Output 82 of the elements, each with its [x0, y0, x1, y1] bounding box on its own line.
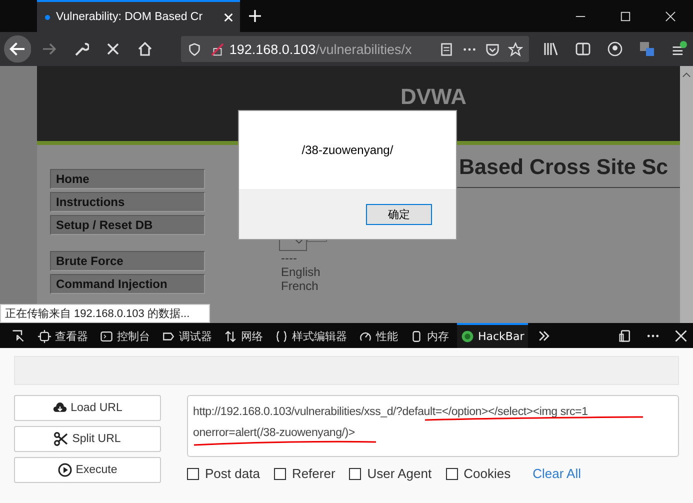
up-down-arrows-icon [224, 330, 237, 343]
scissors-icon [54, 432, 68, 446]
tab-label: 内存 [427, 329, 449, 344]
tab-label: HackBar [478, 330, 524, 343]
caret-icon [295, 239, 303, 244]
devtools-tab[interactable]: 内存 [406, 323, 453, 348]
shield-icon[interactable] [187, 42, 202, 56]
loading-icon [45, 14, 50, 20]
home-icon[interactable] [137, 41, 154, 57]
stop-icon[interactable] [105, 41, 122, 57]
select-option[interactable]: French [281, 279, 680, 293]
menu-icon[interactable] [671, 41, 687, 57]
devtools-tab[interactable]: 控制台 [96, 323, 154, 348]
insecure-lock-icon[interactable] [210, 42, 226, 56]
logo: DVWA [400, 86, 466, 108]
menu-item[interactable]: Instructions [50, 192, 205, 212]
tab-label: 网络 [241, 329, 263, 344]
select-option[interactable]: ---- [281, 251, 680, 265]
checkbox[interactable] [187, 468, 199, 480]
account-icon[interactable] [607, 41, 623, 57]
url-textarea[interactable]: http://192.168.0.103/vulnerabilities/xss_d/?default=</option></select><img src=1 onerror=alert(/38-zuowenyang/)> [187, 395, 679, 457]
page-heading: Based Cross Site Sc [459, 155, 670, 180]
play-icon [58, 463, 72, 477]
star-icon[interactable] [508, 42, 523, 56]
pocket-icon[interactable] [485, 42, 500, 56]
checkbox-label: Post data [205, 466, 260, 481]
menu-item[interactable]: Setup / Reset DB [50, 215, 205, 235]
translate-icon[interactable] [639, 41, 655, 57]
maximize-icon[interactable] [620, 10, 631, 22]
cloud-download-icon [52, 401, 67, 415]
responsive-icon[interactable] [618, 328, 632, 342]
ok-button[interactable]: 确定 [366, 204, 432, 224]
devtools-tab[interactable]: 样式编辑器 [271, 323, 351, 348]
checkbox-label: Referer [292, 466, 336, 481]
checkbox-label: User Agent [367, 466, 432, 481]
sidebar-icon[interactable] [575, 41, 591, 57]
address-bar[interactable]: 192.168.0.103/vulnerabilities/x [181, 36, 529, 62]
hackbar-button[interactable]: Load URL [14, 395, 161, 421]
clear-all-link[interactable]: Clear All [532, 466, 582, 481]
tab-title: Vulnerability: DOM Based Cr [56, 11, 204, 23]
wrench-icon[interactable] [73, 41, 90, 57]
tab-label: 样式编辑器 [292, 329, 347, 344]
url-text: 192.168.0.103/vulnerabilities/x [229, 42, 413, 56]
pick-element-icon[interactable] [11, 328, 25, 342]
tab-label: 查看器 [55, 329, 88, 344]
devtools-tab[interactable]: HackBar [457, 323, 528, 348]
menu-item[interactable]: Brute Force [50, 251, 205, 271]
browser-tab[interactable]: Vulnerability: DOM Based Cr [37, 0, 240, 32]
menu-item[interactable]: Command Injection [50, 274, 205, 294]
reader-view-icon[interactable] [439, 42, 454, 56]
ball-icon [461, 330, 474, 343]
forward-icon[interactable] [41, 41, 58, 57]
overflow-icon[interactable] [537, 328, 552, 342]
devtools-tab[interactable]: 调试器 [158, 323, 216, 348]
new-tab-icon[interactable] [248, 9, 262, 23]
alert-message: /38-zuowenyang/ [302, 143, 394, 157]
devtools-tab[interactable]: 性能 [355, 323, 402, 348]
menu-item[interactable]: Home [50, 169, 205, 189]
console-icon [100, 330, 113, 343]
close-icon[interactable] [665, 10, 676, 22]
gauge-icon [359, 330, 372, 343]
checkbox[interactable] [446, 468, 458, 480]
select-option[interactable]: English [281, 265, 680, 279]
devtools-tab[interactable]: 查看器 [34, 323, 92, 348]
devtools-tab[interactable]: 网络 [220, 323, 267, 348]
library-icon[interactable] [543, 41, 559, 57]
checkbox[interactable] [349, 468, 362, 480]
braces-icon [275, 330, 288, 343]
checkbox[interactable] [274, 468, 286, 480]
back-icon[interactable] [4, 35, 32, 63]
scroll-up-icon[interactable] [682, 72, 691, 78]
tab-label: 控制台 [117, 329, 150, 344]
tag-icon [162, 330, 175, 343]
status-text: 正在传输来自 192.168.0.103 的数据... [0, 304, 210, 323]
close-icon[interactable] [674, 328, 688, 342]
hackbar-button[interactable]: Execute [14, 457, 161, 483]
hackbar-button[interactable]: Split URL [14, 426, 161, 452]
checkbox-label: Cookies [464, 466, 511, 481]
inspector-icon [38, 330, 51, 343]
tab-label: 调试器 [179, 329, 212, 344]
memory-icon [410, 330, 423, 343]
tab-label: 性能 [376, 329, 398, 344]
